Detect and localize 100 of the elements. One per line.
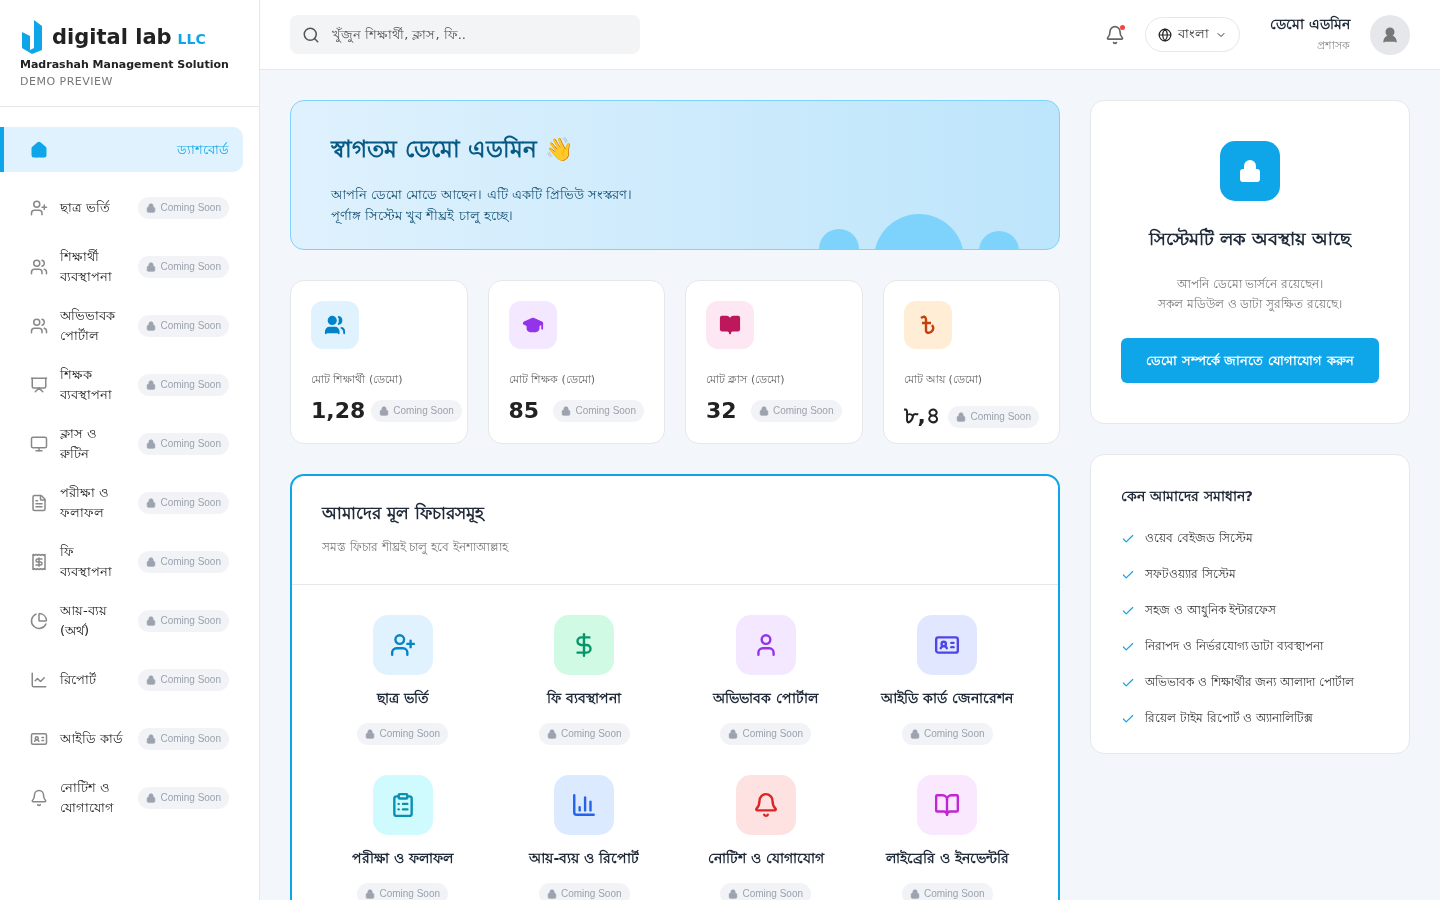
check-icon: [1121, 676, 1135, 690]
feature-label: অভিভাবক পোর্টাল: [713, 688, 819, 708]
sidebar-label: নোটিশ ও যোগাযোগ: [60, 778, 115, 817]
document-icon: [30, 493, 48, 512]
coming-soon-badge: Coming Soon: [138, 550, 229, 573]
sidebar-label: আইডি কার্ড: [60, 729, 125, 748]
notification-button[interactable]: [1105, 24, 1126, 45]
coming-soon-badge: Coming Soon: [720, 723, 812, 745]
avatar[interactable]: [1370, 14, 1410, 55]
search-input[interactable]: খুঁজুন শিক্ষার্থী, ক্লাস, ফি..: [330, 26, 628, 43]
feature-label: আইডি কার্ড জেনারেশন: [881, 688, 1014, 708]
people-icon: [30, 316, 48, 335]
check-icon: [1121, 532, 1135, 546]
features-title: আমাদের মূল ফিচারসমূহ: [322, 501, 486, 526]
stat-label: মোট শিক্ষার্থী (ডেমো): [311, 372, 404, 388]
lock-icon: [1238, 159, 1262, 183]
sidebar-item[interactable]: ক্লাস ও রুটিন Coming Soon: [0, 414, 243, 473]
coming-soon-badge: Coming Soon: [138, 314, 229, 337]
stat-value: 85: [508, 398, 540, 423]
sidebar-item[interactable]: রিপোর্ট Coming Soon: [0, 650, 243, 709]
coming-soon-badge: Coming Soon: [138, 609, 229, 632]
stat-label: মোট শিক্ষক (ডেমো): [508, 372, 597, 388]
bar-chart-icon: [571, 792, 598, 818]
sidebar-item[interactable]: শিক্ষক ব্যবস্থাপনা Coming Soon: [0, 355, 243, 414]
feature-label: লাইব্রেরি ও ইনভেন্টরি: [885, 848, 1009, 868]
sidebar-label: রিপোর্ট: [60, 670, 97, 689]
coming-soon-badge: Coming Soon: [357, 883, 449, 900]
sidebar-label: ফি ব্যবস্থাপনা: [60, 542, 113, 581]
sidebar-label: ড্যাশবোর্ড: [176, 140, 229, 159]
sidebar-label: ক্লাস ও রুটিন: [60, 424, 99, 463]
coming-soon-badge: Coming Soon: [720, 883, 812, 900]
why-item: ওয়েব বেইজড সিস্টেম: [1145, 530, 1253, 547]
sidebar-item[interactable]: শিক্ষার্থী ব্যবস্থাপনা Coming Soon: [0, 237, 243, 296]
home-icon: [30, 140, 48, 159]
coming-soon-badge: Coming Soon: [138, 786, 229, 809]
taka-icon: [918, 315, 937, 335]
feature-label: নোটিশ ও যোগাযোগ: [707, 848, 824, 868]
group-icon: [324, 314, 346, 336]
bell-icon: [30, 788, 48, 807]
sidebar-item[interactable]: নোটিশ ও যোগাযোগ Coming Soon: [0, 768, 243, 827]
coming-soon-badge: Coming Soon: [750, 399, 842, 422]
logo-icon: [20, 20, 44, 54]
book-icon: [719, 314, 741, 336]
welcome-title: স্বাগতম ডেমো এডমিন 👋: [331, 134, 576, 164]
bell-icon: [752, 792, 779, 818]
brand-name: digital lab LLC: [52, 25, 206, 49]
coming-soon-badge: Coming Soon: [357, 723, 449, 745]
lock-text: আপনি ডেমো ভার্সনে রয়েছেন।: [1176, 276, 1324, 293]
sidebar-item[interactable]: অভিভাবক পোর্টাল Coming Soon: [0, 296, 243, 355]
why-item: সহজ ও আধুনিক ইন্টারফেস: [1145, 602, 1277, 620]
sidebar-item[interactable]: ছাত্র ভর্তি Coming Soon: [0, 178, 243, 237]
user-plus-icon: [389, 632, 416, 658]
sidebar-item[interactable]: ফি ব্যবস্থাপনা Coming Soon: [0, 532, 243, 591]
feature-label: পরীক্ষা ও ফলাফল: [352, 848, 454, 868]
coming-soon-badge: Coming Soon: [901, 723, 993, 745]
coming-soon-badge: Coming Soon: [138, 196, 229, 219]
stat-label: মোট আয় (ডেমো): [903, 372, 984, 388]
why-item: সফটওয়্যার সিস্টেম: [1145, 566, 1236, 583]
user-plus-icon: [30, 198, 48, 217]
feature-label: ফি ব্যবস্থাপনা: [547, 688, 622, 708]
coming-soon-badge: Coming Soon: [138, 491, 229, 514]
coming-soon-badge: Coming Soon: [553, 399, 644, 422]
why-item: রিয়েল টাইম রিপোর্ট ও অ্যানালিটিক্স: [1145, 710, 1314, 727]
coming-soon-badge: Coming Soon: [138, 373, 229, 396]
coming-soon-badge: Coming Soon: [538, 883, 630, 900]
presentation-icon: [30, 375, 48, 394]
sidebar-item[interactable]: পরীক্ষা ও ফলাফল Coming Soon: [0, 473, 243, 532]
why-item: নিরাপদ ও নির্ভরযোগ্য ডাটা ব্যবস্থাপনা: [1145, 638, 1324, 655]
why-title: কেন আমাদের সমাধান?: [1121, 487, 1254, 506]
sidebar-label: শিক্ষক ব্যবস্থাপনা: [60, 365, 113, 404]
coming-soon-badge: Coming Soon: [948, 405, 1039, 428]
coming-soon-badge: Coming Soon: [138, 727, 229, 750]
group-icon: [30, 257, 48, 276]
sidebar-label: পরীক্ষা ও ফলাফল: [60, 483, 111, 522]
lock-title: সিস্টেমটি লক অবস্থায় আছে: [1148, 226, 1352, 251]
lock-text: সকল মডিউল ও ডাটা সুরক্ষিত রয়েছে।: [1157, 296, 1343, 314]
search-icon: [302, 25, 320, 44]
check-icon: [1121, 640, 1135, 654]
stat-value: ৮,৪: [903, 402, 940, 430]
user-name: ডেমো এডমিন: [1270, 14, 1350, 34]
sidebar-item[interactable]: আয়-ব্যয় (অর্থ) Coming Soon: [0, 591, 243, 650]
check-icon: [1121, 604, 1135, 618]
language-selector[interactable]: বাংলা: [1145, 17, 1241, 52]
coming-soon-badge: Coming Soon: [901, 883, 993, 900]
coming-soon-badge: Coming Soon: [138, 255, 229, 278]
stat-value: 32: [706, 398, 737, 423]
sidebar-item[interactable]: আইডি কার্ড Coming Soon: [0, 709, 243, 768]
sidebar-label: অভিভাবক পোর্টাল: [60, 306, 116, 345]
sidebar-label: ছাত্র ভর্তি: [60, 198, 112, 217]
search-field[interactable]: খুঁজুন শিক্ষার্থী, ক্লাস, ফি..: [290, 15, 640, 54]
coming-soon-badge: Coming Soon: [538, 723, 630, 745]
sidebar-label: শিক্ষার্থী ব্যবস্থাপনা: [60, 247, 113, 286]
welcome-text: আপনি ডেমো মোডে আছেন। এটি একটি প্রিভিউ সংস্করণ।: [331, 186, 633, 204]
line-chart-icon: [30, 670, 48, 689]
stat-label: মোট ক্লাস (ডেমো): [706, 372, 786, 388]
coming-soon-badge: Coming Soon: [371, 399, 462, 422]
welcome-text: পূর্ণাঙ্গ সিস্টেম খুব শীঘ্রই চালু হচ্ছে।: [331, 207, 514, 226]
stat-value: 1,28: [311, 398, 366, 423]
globe-icon: [1158, 27, 1173, 42]
feature-label: আয়-ব্যয় ও রিপোর্ট: [529, 848, 640, 868]
